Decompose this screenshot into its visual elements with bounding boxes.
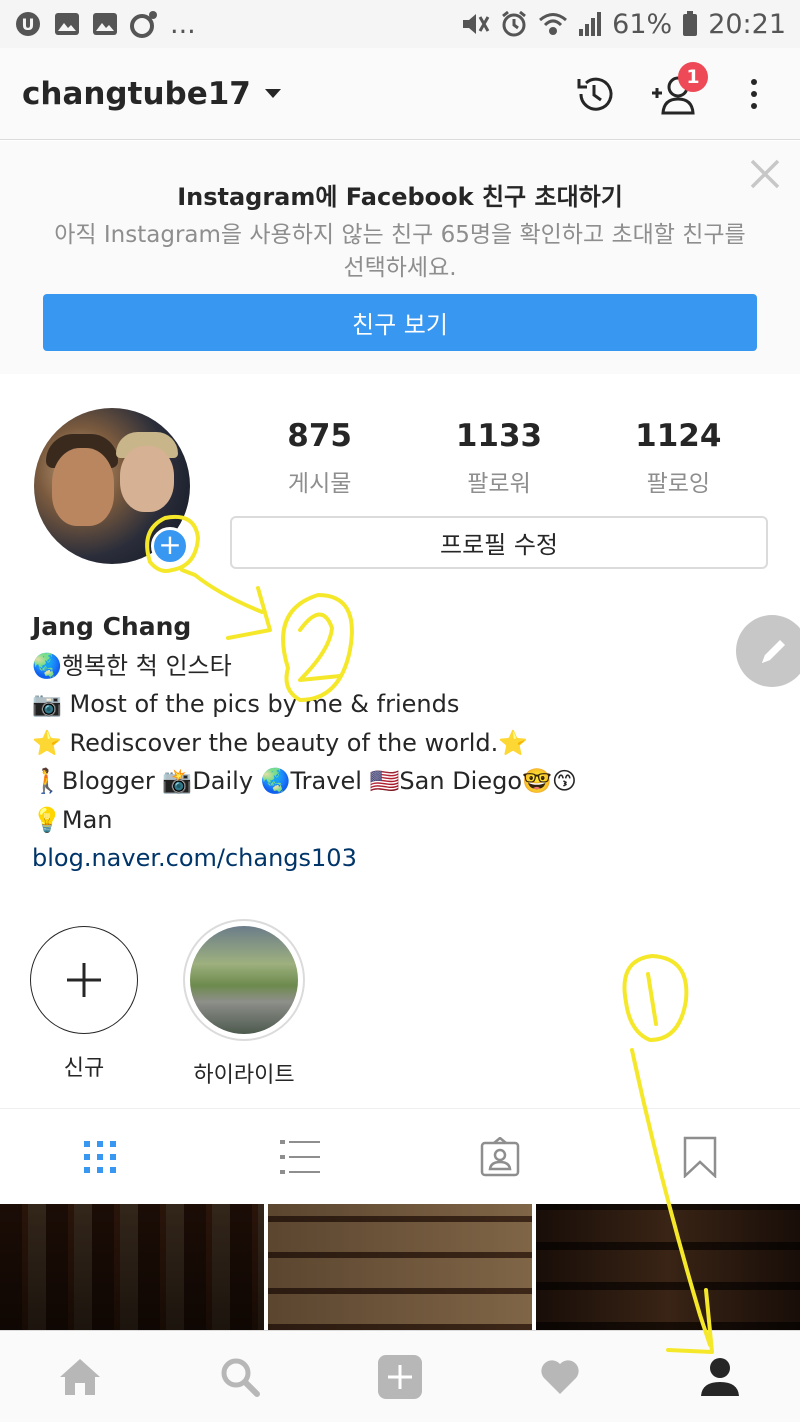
discover-people-button[interactable]: 1 [650,61,708,118]
nav-search[interactable] [160,1331,320,1422]
account-username[interactable]: changtube17 [22,76,251,112]
highlight-story-circle [183,919,305,1041]
history-icon [577,77,613,111]
highlight-new[interactable]: 신규 [30,926,138,1082]
nav-new-post[interactable] [320,1331,480,1422]
post-thumbnail[interactable] [268,1204,532,1330]
plus-icon [67,963,101,997]
edit-profile-button[interactable]: 프로필 수정 [230,516,768,569]
home-icon [60,1358,100,1395]
tab-saved[interactable] [600,1109,800,1205]
annotation-circle-1 [622,954,689,1042]
posts-label: 게시물 [287,471,352,497]
nav-activity[interactable] [480,1331,640,1422]
bio-line: 💡Man [32,805,113,834]
camera-notification-icon [130,11,157,38]
battery-icon [683,11,698,36]
posts-count: 875 [287,418,353,454]
invite-description: 아직 Instagram을 사용하지 않는 친구 65명을 확인하고 초대할 친… [54,222,746,281]
bio-line: ⭐ Rediscover the beauty of the world.⭐ [32,728,529,757]
heart-icon [541,1359,579,1394]
more-notifications: ... [170,8,196,40]
svg-text:U: U [22,15,35,34]
invite-title: Instagram에 Facebook 친구 초대하기 [177,183,623,211]
grid-icon [84,1140,116,1173]
list-icon [280,1139,320,1174]
add-post-icon [378,1354,422,1399]
tagged-photos-icon [480,1136,520,1176]
profile-bio: Jang Chang 🌏행복한 척 인스타 📷 Most of the pics… [32,608,772,878]
highlight-story[interactable]: 하이라이트 [183,919,305,1089]
kebab-dot [751,90,757,97]
nav-home[interactable] [0,1331,160,1422]
profile-website-link[interactable]: blog.naver.com/changs103 [32,839,772,878]
close-icon[interactable] [748,157,782,191]
search-icon [221,1358,260,1397]
archive-button[interactable] [570,70,618,118]
tab-list[interactable] [200,1109,400,1205]
following-label: 팔로잉 [646,471,711,497]
followers-label: 팔로워 [467,471,531,497]
app-notification-icon: U [16,12,40,36]
profile-header: changtube17 1 [0,48,800,140]
photo-grid [0,1204,800,1330]
status-notifications: U ... [14,9,196,40]
profile-icon [701,1357,739,1396]
notification-badge: 1 [678,61,708,92]
kebab-dot [751,78,757,85]
options-menu-button[interactable] [730,70,778,118]
instagram-profile-screen: U ... 61% 20:21 changtube17 1 Instagram에… [0,0,800,1422]
signal-icon [579,12,602,36]
avatar-photo-detail [120,446,174,512]
following-count: 1124 [635,418,722,454]
status-bar: U ... 61% 20:21 [0,0,800,48]
stat-following[interactable]: 1124 팔로잉 [589,418,768,498]
alarm-icon [502,10,527,37]
gallery-icon [55,13,79,35]
clock: 20:21 [708,8,786,40]
add-story-plus-icon[interactable]: + [151,527,189,565]
avatar-photo-detail [52,448,114,526]
account-switcher-chevron-down-icon[interactable] [264,89,281,98]
stat-followers[interactable]: 1133 팔로워 [409,418,588,498]
kebab-dot [751,102,757,109]
stat-posts: 875 게시물 [230,418,409,498]
gallery-icon [93,13,117,35]
post-thumbnail[interactable] [0,1204,264,1330]
bio-line: 🚶Blogger 📸Daily 🌏Travel 🇺🇸San Diego🤓😙 [32,767,577,795]
followers-count: 1133 [455,418,543,454]
bookmark-icon [683,1136,717,1178]
nav-profile[interactable] [640,1331,800,1422]
pencil-icon [762,640,785,663]
post-thumbnail[interactable] [536,1204,800,1330]
profile-view-tabs [0,1108,800,1204]
highlight-cover-image [190,926,298,1034]
highlight-new-label: 신규 [63,1056,105,1081]
tab-tagged[interactable] [400,1109,600,1205]
status-system: 61% 20:21 [460,9,786,40]
highlight-story-label: 하이라이트 [193,1063,295,1088]
facebook-invite-banner: Instagram에 Facebook 친구 초대하기 아직 Instagram… [0,141,800,374]
annotation-arrow-2 [180,568,264,614]
profile-name: Jang Chang [32,612,192,641]
bio-line: 📷 Most of the pics by me & friends [32,690,460,718]
bottom-navigation [0,1330,800,1422]
wifi-icon [539,13,568,35]
floating-edit-button[interactable] [736,615,800,687]
tab-grid[interactable] [0,1109,200,1205]
mute-icon [463,14,490,34]
new-highlight-circle [30,926,138,1034]
see-friends-button[interactable]: 친구 보기 [43,294,757,351]
profile-stats: 875 게시물 1133 팔로워 1124 팔로잉 [230,418,768,498]
annotation-digit-1 [646,972,658,1026]
battery-percent: 61% [612,8,673,40]
header-actions: 1 [570,61,778,118]
bio-line: 🌏행복한 척 인스타 [32,651,232,680]
